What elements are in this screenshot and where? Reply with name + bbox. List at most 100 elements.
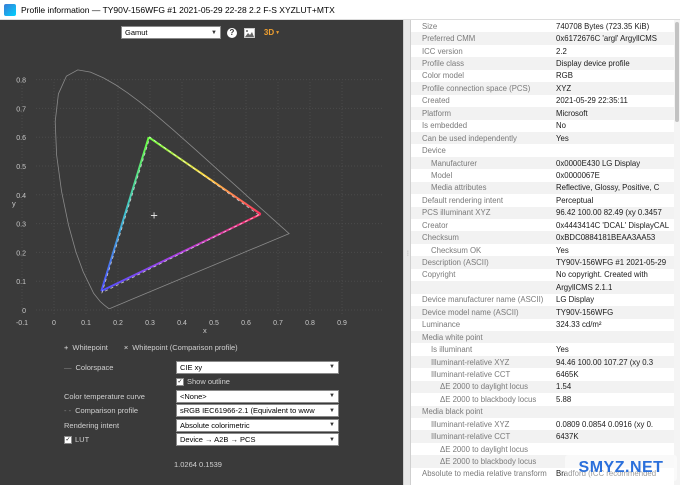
x-tick-label: 0.3 bbox=[145, 320, 155, 327]
property-row: Illuminant-relative XYZ 0.0809 0.0854 0.0… bbox=[411, 418, 680, 430]
property-key: Is embedded bbox=[422, 121, 468, 131]
property-key: Profile connection space (PCS) bbox=[422, 83, 531, 93]
show-outline-label: Show outline bbox=[187, 377, 230, 387]
y-tick-label: 0.2 bbox=[16, 250, 26, 257]
property-value: 6437K bbox=[556, 432, 579, 442]
property-row: Device manufacturer name (ASCII) LG Displ… bbox=[411, 294, 680, 306]
property-value: Yes bbox=[556, 345, 569, 355]
y-tick-label: 0.7 bbox=[16, 106, 26, 113]
property-key: Media white point bbox=[422, 332, 483, 342]
colorspace-row: — Colorspace CIE xy ▼ bbox=[64, 360, 339, 375]
save-image-icon[interactable] bbox=[243, 27, 255, 39]
lut-select[interactable]: Device → A2B → PCS ▼ bbox=[176, 433, 339, 447]
property-row: ΔE 2000 to daylight locus 1.54 bbox=[411, 380, 680, 394]
spectral-locus bbox=[54, 69, 290, 309]
property-value: No copyright. Created with bbox=[556, 270, 648, 280]
lut-checkbox[interactable]: ✓ bbox=[64, 435, 72, 444]
3d-view-button[interactable]: 3D ▼ bbox=[261, 27, 283, 39]
property-row: Color model RGB bbox=[411, 70, 680, 82]
property-row: Description (ASCII) TY90V-156WFG #1 2021-… bbox=[411, 256, 680, 269]
colorspace-select[interactable]: CIE xy ▼ bbox=[176, 360, 339, 374]
property-key: Device bbox=[422, 146, 446, 156]
intent-select[interactable]: Absolute colorimetric ▼ bbox=[176, 418, 339, 432]
y-axis-ticks: 0.8 0.7 0.6 0.5 0.4 0.3 0.2 0.1 0 bbox=[16, 78, 26, 315]
property-row: Is illuminant Yes bbox=[411, 343, 680, 355]
property-row: Media attributes Reflective, Glossy, Posi… bbox=[411, 181, 680, 195]
colortemp-select[interactable]: <None> ▼ bbox=[176, 389, 339, 403]
property-value: Microsoft bbox=[556, 108, 588, 118]
lut-row: ✓ LUT Device → A2B → PCS ▼ bbox=[64, 433, 339, 448]
whitepoint-marker: + bbox=[150, 211, 158, 222]
property-row: ICC version 2.2 bbox=[411, 45, 680, 57]
property-value: 0x4443414C 'DCAL' DisplayCAL bbox=[556, 220, 670, 230]
property-row: Media black point bbox=[411, 405, 680, 418]
property-key: Model bbox=[431, 170, 453, 180]
spectral-locus-outline bbox=[54, 69, 290, 309]
properties-list: Size 740708 Bytes (723.35 KiB) Preferred C… bbox=[411, 20, 680, 480]
property-value: 96.42 100.00 82.49 (xy 0.3457 bbox=[556, 208, 662, 218]
y-tick-label: 0 bbox=[22, 308, 26, 315]
property-key: Created bbox=[422, 96, 450, 106]
gamut-plot[interactable]: 0.80.70.60.50.40.30.20.10 -0.2-0.100.10.… bbox=[0, 64, 403, 349]
title-bar: Profile information — TY90V-156WFG #1 20… bbox=[0, 0, 680, 20]
help-icon[interactable]: ? bbox=[227, 27, 237, 38]
property-value: 0x0000067E bbox=[556, 170, 600, 180]
property-key: Luminance bbox=[422, 320, 461, 330]
property-row: Created 2021-05-29 22:35:11 bbox=[411, 95, 680, 107]
x-tick-label: 0.4 bbox=[177, 320, 187, 327]
property-key: Size bbox=[422, 21, 438, 31]
property-key: Platform bbox=[422, 108, 452, 118]
property-row: Profile connection space (PCS) XYZ bbox=[411, 82, 680, 95]
property-value: Reflective, Glossy, Positive, C bbox=[556, 183, 660, 193]
property-value: 324.33 cd/m² bbox=[556, 320, 602, 330]
y-tick-label: 0.4 bbox=[16, 193, 26, 200]
show-outline-row: ✓ Show outline bbox=[64, 375, 339, 390]
property-row: Size 740708 Bytes (723.35 KiB) bbox=[411, 20, 680, 32]
scrollbar[interactable] bbox=[674, 20, 680, 485]
property-row: Default rendering intent Perceptual bbox=[411, 194, 680, 206]
chevron-down-icon: ▼ bbox=[329, 364, 335, 371]
show-outline-checkbox[interactable]: ✓ bbox=[176, 377, 184, 386]
chevron-down-icon: ▼ bbox=[329, 393, 335, 400]
intent-row: Rendering intent Absolute colorimetric ▼ bbox=[64, 418, 339, 433]
property-key: Profile class bbox=[422, 59, 465, 69]
property-key: Creator bbox=[422, 220, 448, 230]
property-row: Copyright No copyright. Created with bbox=[411, 269, 680, 281]
property-row: Manufacturer 0x0000E430 LG Display bbox=[411, 156, 680, 170]
window-title: Profile information — TY90V-156WFG #1 20… bbox=[21, 4, 335, 15]
property-value: ArgyllCMS 2.1.1 bbox=[556, 282, 613, 292]
x-tick-label: -0.1 bbox=[16, 320, 28, 327]
comparison-select[interactable]: sRGB IEC61966-2.1 (Equivalent to www ▼ bbox=[176, 404, 339, 418]
property-value: XYZ bbox=[556, 83, 572, 93]
property-key: Device manufacturer name (ASCII) bbox=[422, 295, 544, 305]
property-value: 5.88 bbox=[556, 394, 572, 404]
property-row: Luminance 324.33 cd/m² bbox=[411, 319, 680, 331]
gamut-toolbar: Gamut ▼ ? 3D ▼ bbox=[121, 26, 283, 39]
chevron-down-icon: ▼ bbox=[329, 407, 335, 414]
chevron-down-icon: ▼ bbox=[211, 29, 217, 36]
x-tick-label: 0.5 bbox=[209, 320, 219, 327]
property-value: 0x6172676C 'argl' ArgyllCMS bbox=[556, 34, 657, 44]
cursor-coordinates: 1.0264 0.1539 bbox=[174, 460, 222, 469]
view-select[interactable]: Gamut ▼ bbox=[121, 26, 221, 39]
y-tick-label: 0.5 bbox=[16, 164, 26, 171]
property-key: ΔE 2000 to blackbody locus bbox=[440, 394, 537, 404]
property-key: Default rendering intent bbox=[422, 195, 504, 205]
property-key: Can be used independently bbox=[422, 133, 517, 143]
property-row: Profile class Display device profile bbox=[411, 57, 680, 70]
property-row: Illuminant-relative CCT 6437K bbox=[411, 430, 680, 443]
y-tick-label: 0.8 bbox=[16, 78, 26, 85]
panel-splitter[interactable]: ⋮ bbox=[403, 20, 411, 485]
scrollbar-thumb[interactable] bbox=[675, 22, 679, 122]
property-key: Checksum OK bbox=[431, 245, 482, 255]
legend-whitepoint: + Whitepoint bbox=[64, 343, 108, 352]
property-row: Creator 0x4443414C 'DCAL' DisplayCAL bbox=[411, 219, 680, 231]
property-key: Copyright bbox=[422, 270, 456, 280]
property-value: 94.46 100.00 107.27 (xy 0.3 bbox=[556, 357, 654, 367]
property-value: Display device profile bbox=[556, 59, 630, 69]
gamut-edge-blue-red bbox=[100, 213, 262, 292]
x-tick-label: 0.7 bbox=[273, 320, 283, 327]
property-key: ΔE 2000 to daylight locus bbox=[440, 444, 528, 454]
y-tick-label: 0.6 bbox=[16, 135, 26, 142]
property-key: Absolute to media relative transform bbox=[422, 469, 547, 479]
